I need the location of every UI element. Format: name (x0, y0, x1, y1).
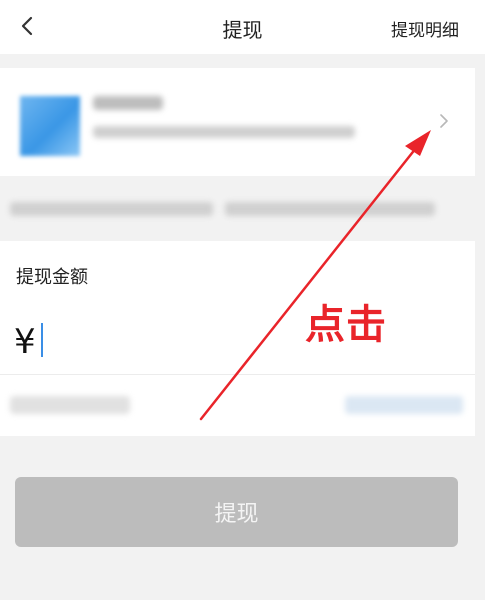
chevron-right-icon[interactable] (437, 113, 451, 129)
info-right-blurred (225, 202, 435, 216)
info-strip-blurred (0, 176, 485, 241)
info-left-blurred (10, 202, 213, 216)
balance-info-blurred (10, 396, 130, 414)
currency-symbol: ¥ (14, 322, 36, 362)
amount-input-caret[interactable] (41, 323, 43, 357)
withdraw-all-link-blurred[interactable] (345, 396, 463, 414)
withdraw-button[interactable]: 提现 (15, 477, 458, 547)
amount-divider (0, 374, 475, 375)
account-name-blurred (93, 96, 163, 110)
account-avatar (20, 96, 80, 156)
annotation-click-label: 点击 (305, 302, 387, 348)
top-nav-bar: 提现 提现明细 (0, 0, 485, 54)
withdraw-account-card[interactable] (0, 68, 475, 176)
account-detail-blurred (93, 126, 355, 138)
amount-label: 提现金额 (16, 267, 88, 288)
withdraw-history-link[interactable]: 提现明细 (391, 16, 459, 41)
